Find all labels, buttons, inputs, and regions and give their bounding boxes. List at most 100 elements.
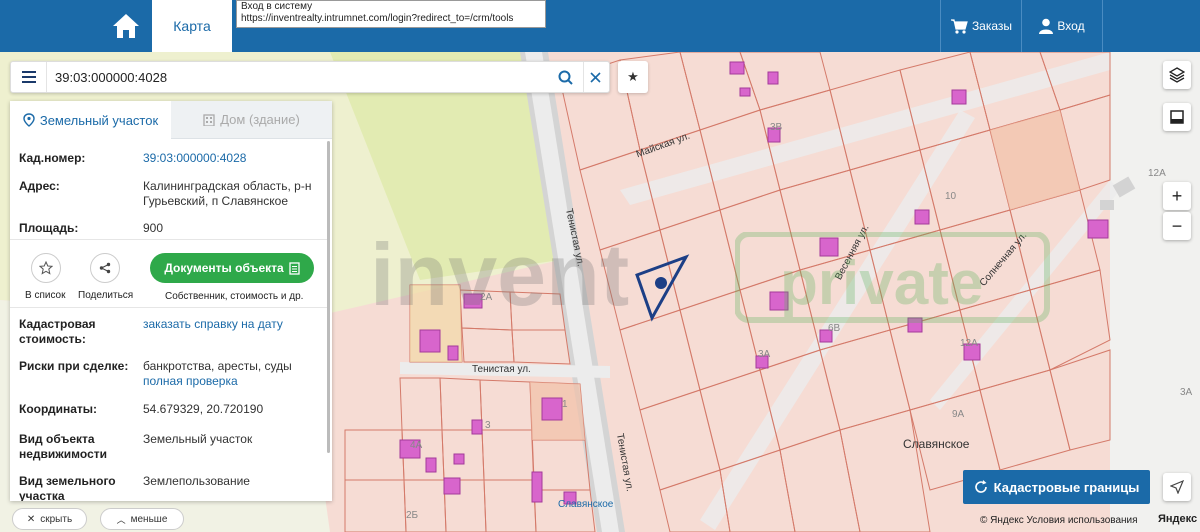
map-footer-links[interactable]: © Яндекс Условия использования: [980, 515, 1138, 526]
divider: [1102, 0, 1103, 52]
full-check-link[interactable]: полная проверка: [143, 374, 238, 388]
login-button[interactable]: Вход: [1022, 0, 1102, 52]
divider: [10, 239, 328, 240]
login-label: Вход: [1057, 19, 1085, 33]
ruler-button[interactable]: [1163, 103, 1191, 131]
house-number: 4А: [410, 440, 423, 451]
refresh-icon: [974, 480, 987, 493]
area-value: 900: [143, 221, 164, 235]
cart-icon: [950, 19, 968, 34]
tooltip-title: Вход в систему: [241, 1, 313, 12]
field-label: Кад.номер:: [19, 151, 86, 165]
ruler-icon: [1170, 110, 1184, 124]
link-tooltip: Вход в систему https://inventrealty.intr…: [236, 0, 546, 28]
docs-button-label: Документы объекта: [164, 261, 284, 275]
house-number: 3В: [770, 122, 783, 133]
add-to-list-label: В список: [25, 290, 66, 301]
coordinates-value: 54.679329, 20.720190: [143, 402, 264, 416]
risks-value: банкротства, аресты, суды полная проверк…: [143, 359, 313, 389]
cadastral-borders-button[interactable]: Кадастровые границы: [963, 470, 1150, 504]
house-number: 12А: [960, 338, 978, 349]
share-button[interactable]: [90, 253, 120, 283]
tab-map[interactable]: Карта: [152, 0, 232, 52]
house-number: 12А: [1148, 168, 1166, 179]
tab-label: Земельный участок: [39, 112, 159, 128]
layers-icon: [1169, 67, 1185, 83]
house-number: 6В: [828, 323, 841, 334]
chevron-up-icon: ︿: [116, 514, 126, 525]
zoom-out-button[interactable]: −: [1163, 212, 1191, 240]
panel-tabs: Земельный участок Дом (здание): [10, 101, 332, 139]
orders-button[interactable]: Заказы: [941, 0, 1021, 52]
search-button[interactable]: [553, 62, 577, 92]
house-number: 3А: [1180, 387, 1193, 398]
tooltip-url: https://inventrealty.intrumnet.com/login…: [241, 13, 514, 24]
tab-land-plot[interactable]: Земельный участок: [10, 101, 171, 139]
search-icon: [558, 70, 573, 85]
field-label: Вид объекта недвижимости: [19, 432, 107, 461]
top-navbar: Карта Заказы Вход: [0, 0, 1200, 52]
orders-label: Заказы: [971, 19, 1013, 33]
object-info-panel: Земельный участок Дом (здание) Кад.номер…: [10, 101, 332, 501]
house-number: 2А: [480, 292, 493, 303]
row-land-use: Вид земельного участка Землепользование: [19, 474, 319, 501]
house-number: 1: [562, 399, 568, 410]
house-number: 9А: [952, 409, 965, 420]
share-label: Поделиться: [78, 290, 134, 301]
place-label: Славянское: [903, 437, 970, 451]
cad-number-link[interactable]: 39:03:000000:4028: [143, 151, 313, 166]
row-object-type: Вид объекта недвижимости Земельный участ…: [19, 432, 319, 464]
zoom-in-button[interactable]: +: [1163, 182, 1191, 210]
less-label: меньше: [130, 513, 168, 525]
row-address: Адрес: Калининградская область, р-н Гурь…: [19, 179, 319, 211]
place-label: Славянское: [558, 499, 614, 510]
user-icon: [1039, 18, 1054, 34]
collapse-panel-button[interactable]: ︿ меньше: [100, 508, 184, 530]
risks-text: банкротства, аресты, суды: [143, 359, 292, 373]
order-certificate-link[interactable]: заказать справку на дату: [143, 317, 313, 332]
hide-label: скрыть: [40, 513, 73, 525]
map-pin-icon: [23, 113, 35, 127]
row-cadastral-cost: Кадастровая стоимость: заказать справку …: [19, 317, 319, 349]
star-outline-icon: [39, 261, 53, 275]
house-number: 10: [945, 191, 957, 202]
close-icon: [590, 71, 601, 83]
address-value: Калининградская область, р-н Гурьевский,…: [143, 179, 312, 208]
share-icon: [99, 262, 111, 274]
hamburger-icon: [21, 71, 36, 83]
field-label: Площадь:: [19, 221, 79, 235]
field-label: Вид земельного участка: [19, 474, 116, 501]
docs-subtitle: Собственник, стоимость и др.: [165, 291, 304, 302]
tab-label: Дом (здание): [220, 112, 300, 127]
panel-scrollbar[interactable]: [327, 141, 330, 453]
hide-panel-button[interactable]: ✕ скрыть: [12, 508, 87, 530]
yandex-logo: Яндекс: [1158, 513, 1198, 525]
favorite-button[interactable]: ★: [618, 61, 648, 93]
search-bar: [10, 61, 610, 93]
add-to-list-button[interactable]: [31, 253, 61, 283]
field-label: Адрес:: [19, 179, 60, 193]
location-arrow-icon: [1170, 480, 1184, 494]
object-documents-button[interactable]: Документы объекта: [150, 253, 314, 283]
document-icon: [289, 261, 300, 275]
tab-building[interactable]: Дом (здание): [171, 101, 332, 139]
cadastral-borders-label: Кадастровые границы: [993, 479, 1140, 495]
home-icon: [113, 14, 139, 38]
divider: [10, 307, 328, 308]
geolocation-button[interactable]: [1163, 473, 1191, 501]
field-label: Координаты:: [19, 402, 98, 416]
house-number: 2Б: [406, 510, 419, 521]
street-label: Тенистая ул.: [472, 364, 531, 375]
home-button[interactable]: [100, 0, 152, 52]
land-use-value: Землепользование: [143, 474, 250, 488]
clear-button[interactable]: [583, 62, 607, 92]
search-input[interactable]: [55, 62, 535, 92]
menu-button[interactable]: [11, 62, 47, 92]
field-label: Риски при сделке:: [19, 359, 129, 373]
field-label: Кадастровая стоимость:: [19, 317, 96, 346]
layers-button[interactable]: [1163, 61, 1191, 89]
house-number: 3А: [758, 349, 771, 360]
close-icon: ✕: [26, 513, 36, 525]
object-type-value: Земельный участок: [143, 432, 253, 446]
star-icon: ★: [627, 69, 639, 84]
